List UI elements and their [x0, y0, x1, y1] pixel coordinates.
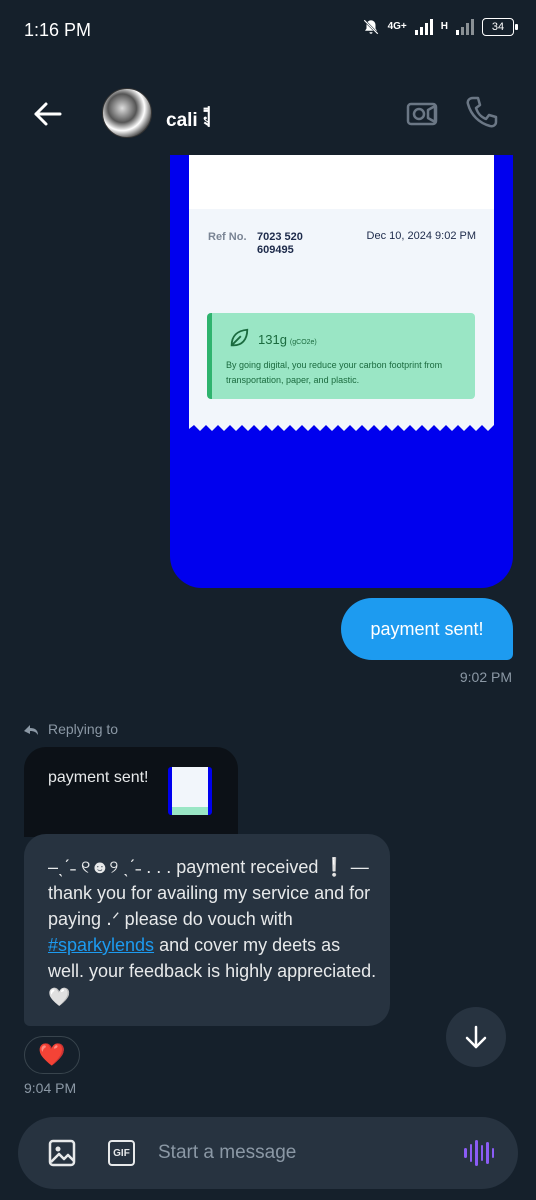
gif-label: GIF — [113, 1147, 130, 1159]
gif-button[interactable]: GIF — [108, 1140, 135, 1166]
signal-strength-icon — [414, 19, 433, 35]
hashtag-link[interactable]: #sparkylends — [48, 935, 154, 955]
notifications-muted-icon — [363, 19, 379, 35]
status-time: 1:16 PM — [24, 20, 92, 40]
received-message-text: ‒ˎˊ˗ ୧☻୨ ˎˊ˗ . . . payment received ❕ — … — [48, 854, 378, 1010]
contact-name[interactable]: cali 𓌟 — [166, 102, 210, 133]
carbon-amount: 131g (gCO2e) — [258, 332, 317, 347]
heart-reaction-emoji: ❤️ — [38, 1042, 66, 1067]
carbon-unit: (gCO2e) — [289, 339, 317, 346]
message-composer: GIF — [18, 1117, 518, 1189]
reply-arrow-icon — [24, 725, 38, 735]
carbon-footprint-box: 131g (gCO2e) By going digital, you reduce… — [207, 313, 475, 399]
replying-to-indicator: Replying to — [22, 720, 118, 738]
video-call-icon[interactable] — [404, 96, 440, 132]
back-arrow-icon[interactable] — [30, 96, 66, 132]
leaf-icon — [230, 328, 249, 347]
carbon-message: By going digital, you reduce your carbon… — [226, 360, 443, 385]
image-icon[interactable] — [48, 1139, 76, 1167]
received-message-time: 9:04 PM — [24, 1080, 77, 1096]
sent-message-bubble[interactable]: payment sent! — [341, 598, 513, 660]
receipt-image-attachment[interactable]: Ref No. 7023 520 609495 Dec 10, 2024 9:0… — [170, 155, 513, 588]
voice-message-icon[interactable] — [464, 1139, 494, 1167]
quoted-message-text: payment sent! — [48, 769, 149, 786]
sent-message-time: 9:02 PM — [459, 669, 512, 685]
phone-call-icon[interactable] — [464, 94, 500, 130]
network-type-h: H — [440, 21, 448, 32]
conversation-header: cali 𓌟 — [0, 80, 536, 146]
scroll-to-bottom-button[interactable] — [446, 1007, 506, 1067]
sent-message-text: payment sent! — [370, 618, 484, 639]
receipt-top-section — [189, 155, 494, 209]
ref-label: Ref No. — [208, 231, 247, 243]
heart-reaction[interactable]: ❤️ — [24, 1036, 80, 1074]
contact-avatar[interactable] — [102, 88, 152, 138]
network-type-4g: 4G+ — [387, 21, 407, 32]
quoted-receipt-thumbnail — [168, 767, 212, 815]
ref-number: 7023 520 609495 — [257, 231, 303, 256]
message-input[interactable] — [158, 1135, 438, 1171]
carbon-amount-value: 131g — [258, 332, 287, 347]
status-icons: 4G+ H 34 — [362, 18, 518, 36]
replying-to-label: Replying to — [48, 721, 119, 737]
arrow-down-icon — [465, 1025, 487, 1049]
received-message-bubble[interactable]: ‒ˎˊ˗ ୧☻୨ ˎˊ˗ . . . payment received ❕ — … — [24, 834, 390, 1026]
receipt-date: Dec 10, 2024 9:02 PM — [366, 230, 476, 242]
received-message-text-start: ‒ˎˊ˗ ୧☻୨ ˎˊ˗ . . . payment received ❕ — … — [48, 857, 371, 929]
receipt-torn-edge — [189, 421, 494, 431]
receipt-paper: Ref No. 7023 520 609495 Dec 10, 2024 9:0… — [189, 155, 494, 425]
status-bar: 1:16 PM 4G+ H 34 — [0, 0, 536, 60]
battery-level: 34 — [491, 21, 505, 33]
battery-icon: 34 — [482, 18, 518, 36]
quoted-message[interactable]: payment sent! — [24, 747, 238, 837]
signal-strength-secondary-icon — [456, 19, 474, 35]
